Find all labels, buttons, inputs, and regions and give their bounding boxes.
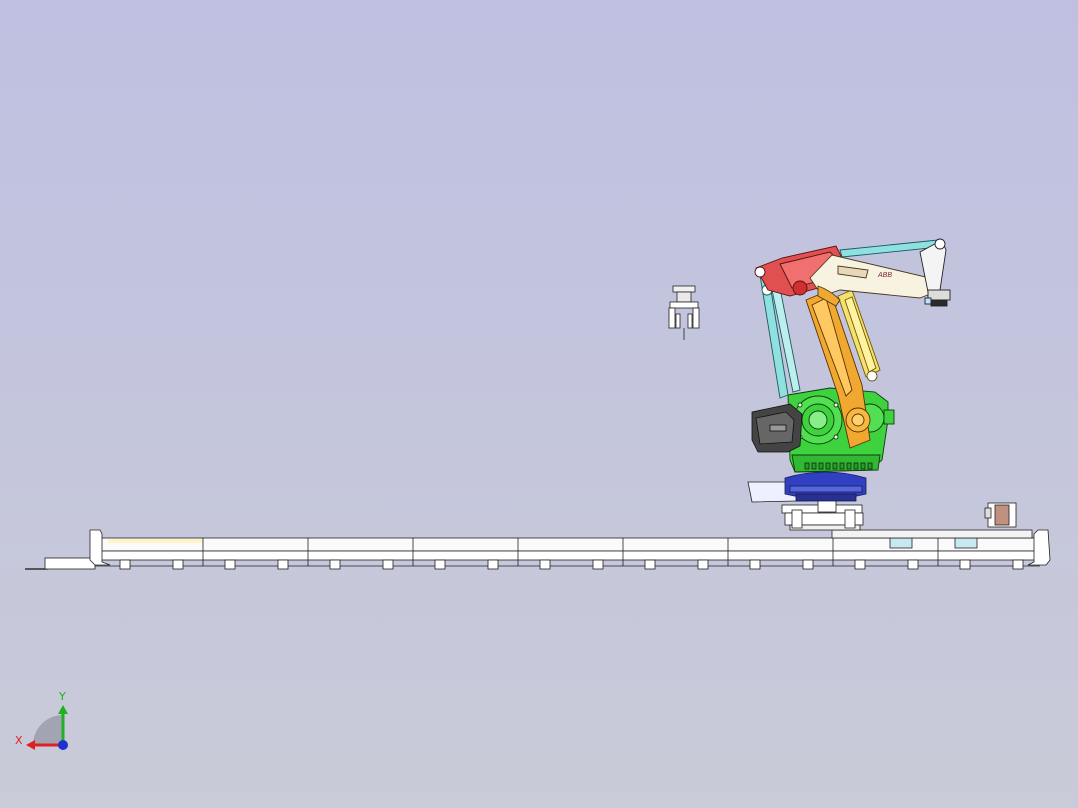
rail-foot bbox=[487, 559, 499, 570]
robot-swivel-base[interactable] bbox=[784, 471, 867, 502]
coordinate-triad: Y X bbox=[15, 690, 68, 750]
base-gear-tooth bbox=[832, 462, 838, 470]
base-gear-tooth bbox=[860, 462, 866, 470]
rail-foot bbox=[434, 559, 446, 570]
cad-graphics-viewport[interactable]: ABB Y X bbox=[0, 0, 1078, 808]
rail-foot bbox=[959, 559, 971, 570]
rail-foot bbox=[907, 559, 919, 570]
rail-foot bbox=[172, 559, 184, 570]
assembly-model[interactable]: ABB Y X bbox=[0, 0, 1078, 808]
rail-foot bbox=[854, 559, 866, 570]
gripper-tool[interactable] bbox=[668, 285, 700, 340]
base-gear-tooth bbox=[825, 462, 831, 470]
rail-foot bbox=[644, 559, 656, 570]
rail-foot bbox=[119, 559, 131, 570]
axis-motor[interactable] bbox=[751, 403, 803, 453]
z-axis-dot bbox=[58, 740, 68, 750]
rail-foot bbox=[224, 559, 236, 570]
base-gear-tooth bbox=[811, 462, 817, 470]
rail-foot bbox=[749, 559, 761, 570]
rail-foot bbox=[329, 559, 341, 570]
rail-foot bbox=[592, 559, 604, 570]
base-gear-tooth bbox=[839, 462, 845, 470]
y-axis-arrowhead bbox=[58, 705, 68, 714]
base-gear-tooth bbox=[853, 462, 859, 470]
rail-foot bbox=[697, 559, 709, 570]
x-axis-arrowhead bbox=[26, 740, 35, 750]
x-axis-label: X bbox=[15, 734, 23, 747]
rail-drive-motor[interactable] bbox=[984, 502, 1017, 528]
robot-forearm[interactable]: ABB bbox=[809, 254, 936, 307]
linear-track-rail[interactable] bbox=[25, 529, 1051, 570]
base-gear-tooth bbox=[846, 462, 852, 470]
y-axis-label: Y bbox=[58, 690, 66, 703]
base-gear-tooth bbox=[818, 462, 824, 470]
base-gear-tooth bbox=[867, 462, 873, 470]
base-gear-tooth bbox=[804, 462, 810, 470]
forearm-brand-plate: ABB bbox=[877, 272, 892, 279]
rail-foot bbox=[802, 559, 814, 570]
triad-quadrant bbox=[33, 715, 63, 745]
rail-foot bbox=[382, 559, 394, 570]
rail-foot bbox=[1012, 559, 1024, 570]
rail-foot bbox=[539, 559, 551, 570]
rail-foot bbox=[277, 559, 289, 570]
